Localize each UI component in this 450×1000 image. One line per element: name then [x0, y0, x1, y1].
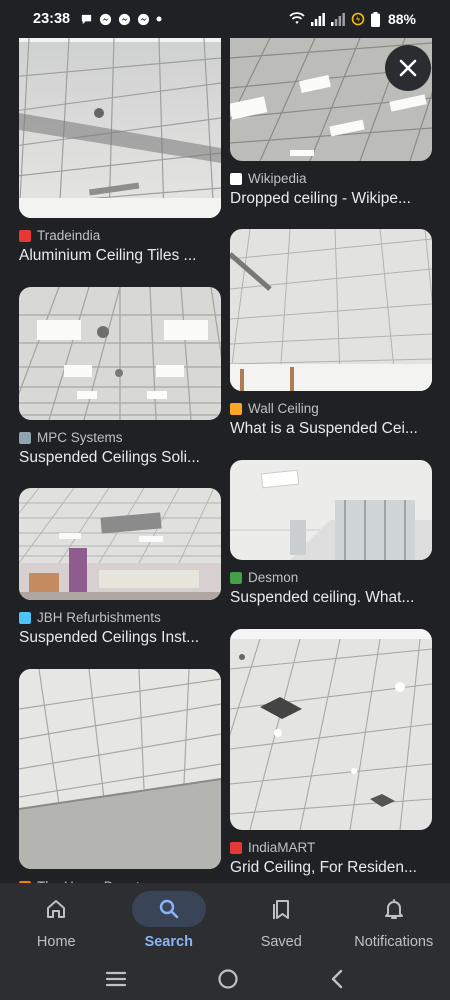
result-image[interactable] — [230, 229, 432, 391]
nav-search-label: Search — [144, 934, 193, 950]
result-title[interactable]: Suspended Ceilings Soli... — [19, 449, 221, 467]
nav-home[interactable]: Home — [0, 883, 113, 957]
nav-notifications-pill — [357, 891, 431, 927]
status-left: 23:38 — [33, 11, 162, 27]
nav-search[interactable]: Search — [113, 883, 226, 957]
result-card[interactable]: The Home Depot — [19, 669, 221, 894]
home-circle-icon[interactable] — [217, 968, 239, 990]
chat-bubble-icon — [81, 14, 92, 24]
back-icon[interactable] — [329, 969, 345, 989]
result-source-name: Wikipedia — [248, 171, 307, 186]
battery-percent: 88% — [387, 11, 416, 27]
indiamart-favicon-icon — [230, 841, 242, 854]
room-ceiling-photo — [230, 460, 432, 560]
result-source-name: IndiaMART — [248, 840, 316, 855]
wall-ceiling-favicon-icon — [230, 402, 242, 415]
desmon-favicon-icon — [230, 571, 242, 584]
result-source: Tradeindia — [19, 228, 221, 243]
messenger-icon — [138, 13, 150, 25]
result-title[interactable]: Suspended Ceilings Inst... — [19, 629, 221, 647]
result-title[interactable]: Grid Ceiling, For Residen... — [230, 859, 432, 877]
result-source-name: MPC Systems — [37, 430, 123, 445]
ceiling-corner-photo — [19, 669, 221, 869]
result-card[interactable]: JBH Refurbishments Suspended Ceilings In… — [19, 488, 221, 647]
result-source-name: JBH Refurbishments — [37, 610, 161, 625]
nav-saved[interactable]: Saved — [225, 883, 338, 957]
battery-icon — [370, 11, 380, 27]
dot-icon — [156, 16, 162, 22]
result-title[interactable]: What is a Suspended Cei... — [230, 420, 432, 438]
ceiling-photo — [19, 38, 221, 218]
nav-saved-pill — [244, 891, 318, 927]
result-image[interactable] — [230, 460, 432, 560]
wikipedia-favicon-icon — [230, 172, 242, 185]
office-ceiling-photo — [19, 488, 221, 600]
home-icon — [47, 900, 66, 918]
result-image[interactable] — [19, 669, 221, 869]
result-source: Desmon — [230, 570, 432, 585]
messenger-icon — [119, 13, 131, 25]
result-source: IndiaMART — [230, 840, 432, 855]
saved-collections-icon — [273, 900, 290, 919]
system-navigation-bar — [0, 957, 450, 1000]
result-source: Wall Ceiling — [230, 401, 432, 416]
result-image[interactable] — [230, 629, 432, 830]
nav-notifications[interactable]: Notifications — [338, 883, 450, 957]
result-title[interactable]: Suspended ceiling. What... — [230, 589, 432, 607]
result-title[interactable]: Dropped ceiling - Wikipe... — [230, 190, 432, 208]
nav-home-pill — [19, 891, 93, 927]
result-source-name: Tradeindia — [37, 228, 101, 243]
close-button[interactable] — [385, 45, 431, 91]
close-icon — [399, 59, 417, 77]
ceiling-photo — [19, 287, 221, 420]
nav-home-label: Home — [36, 934, 76, 950]
status-bar: 23:38 88% — [0, 0, 450, 38]
result-source: MPC Systems — [19, 430, 221, 445]
result-card[interactable]: Wall Ceiling What is a Suspended Cei... — [230, 229, 432, 438]
grid-ceiling-photo — [230, 229, 432, 391]
bell-icon — [384, 899, 403, 919]
jbh-favicon-icon — [19, 611, 31, 624]
result-source-name: Desmon — [248, 570, 299, 585]
result-card[interactable]: Tradeindia Aluminium Ceiling Tiles ... — [19, 38, 221, 265]
tradeindia-favicon-icon — [19, 229, 31, 242]
search-icon — [159, 899, 179, 919]
nav-notifications-label: Notifications — [354, 934, 434, 950]
status-right: 88% — [289, 11, 416, 27]
result-image[interactable] — [19, 488, 221, 600]
wifi-icon — [289, 12, 305, 24]
status-time: 23:38 — [33, 11, 71, 27]
result-source: Wikipedia — [230, 171, 432, 186]
grid-ceiling-photo — [230, 629, 432, 830]
signal-icon — [310, 12, 325, 26]
mpc-systems-favicon-icon — [19, 431, 31, 444]
recent-apps-icon[interactable] — [105, 970, 127, 988]
signal-icon — [330, 12, 345, 26]
result-card[interactable]: Desmon Suspended ceiling. What... — [230, 460, 432, 607]
data-saver-icon — [351, 12, 365, 26]
result-title[interactable]: Aluminium Ceiling Tiles ... — [19, 247, 221, 265]
screen: 23:38 88% Tradeindia Aluminium Ceiling T… — [0, 0, 450, 1000]
nav-saved-label: Saved — [260, 934, 302, 950]
nav-search-pill — [131, 891, 206, 927]
result-source-name: Wall Ceiling — [248, 401, 319, 416]
result-image[interactable] — [19, 287, 221, 420]
result-card[interactable]: MPC Systems Suspended Ceilings Soli... — [19, 287, 221, 467]
result-image[interactable] — [19, 38, 221, 218]
result-card[interactable]: IndiaMART Grid Ceiling, For Residen... — [230, 629, 432, 877]
result-source: JBH Refurbishments — [19, 610, 221, 625]
bottom-navigation: Home Search Saved Notifications — [0, 883, 450, 957]
messenger-icon — [100, 13, 112, 25]
